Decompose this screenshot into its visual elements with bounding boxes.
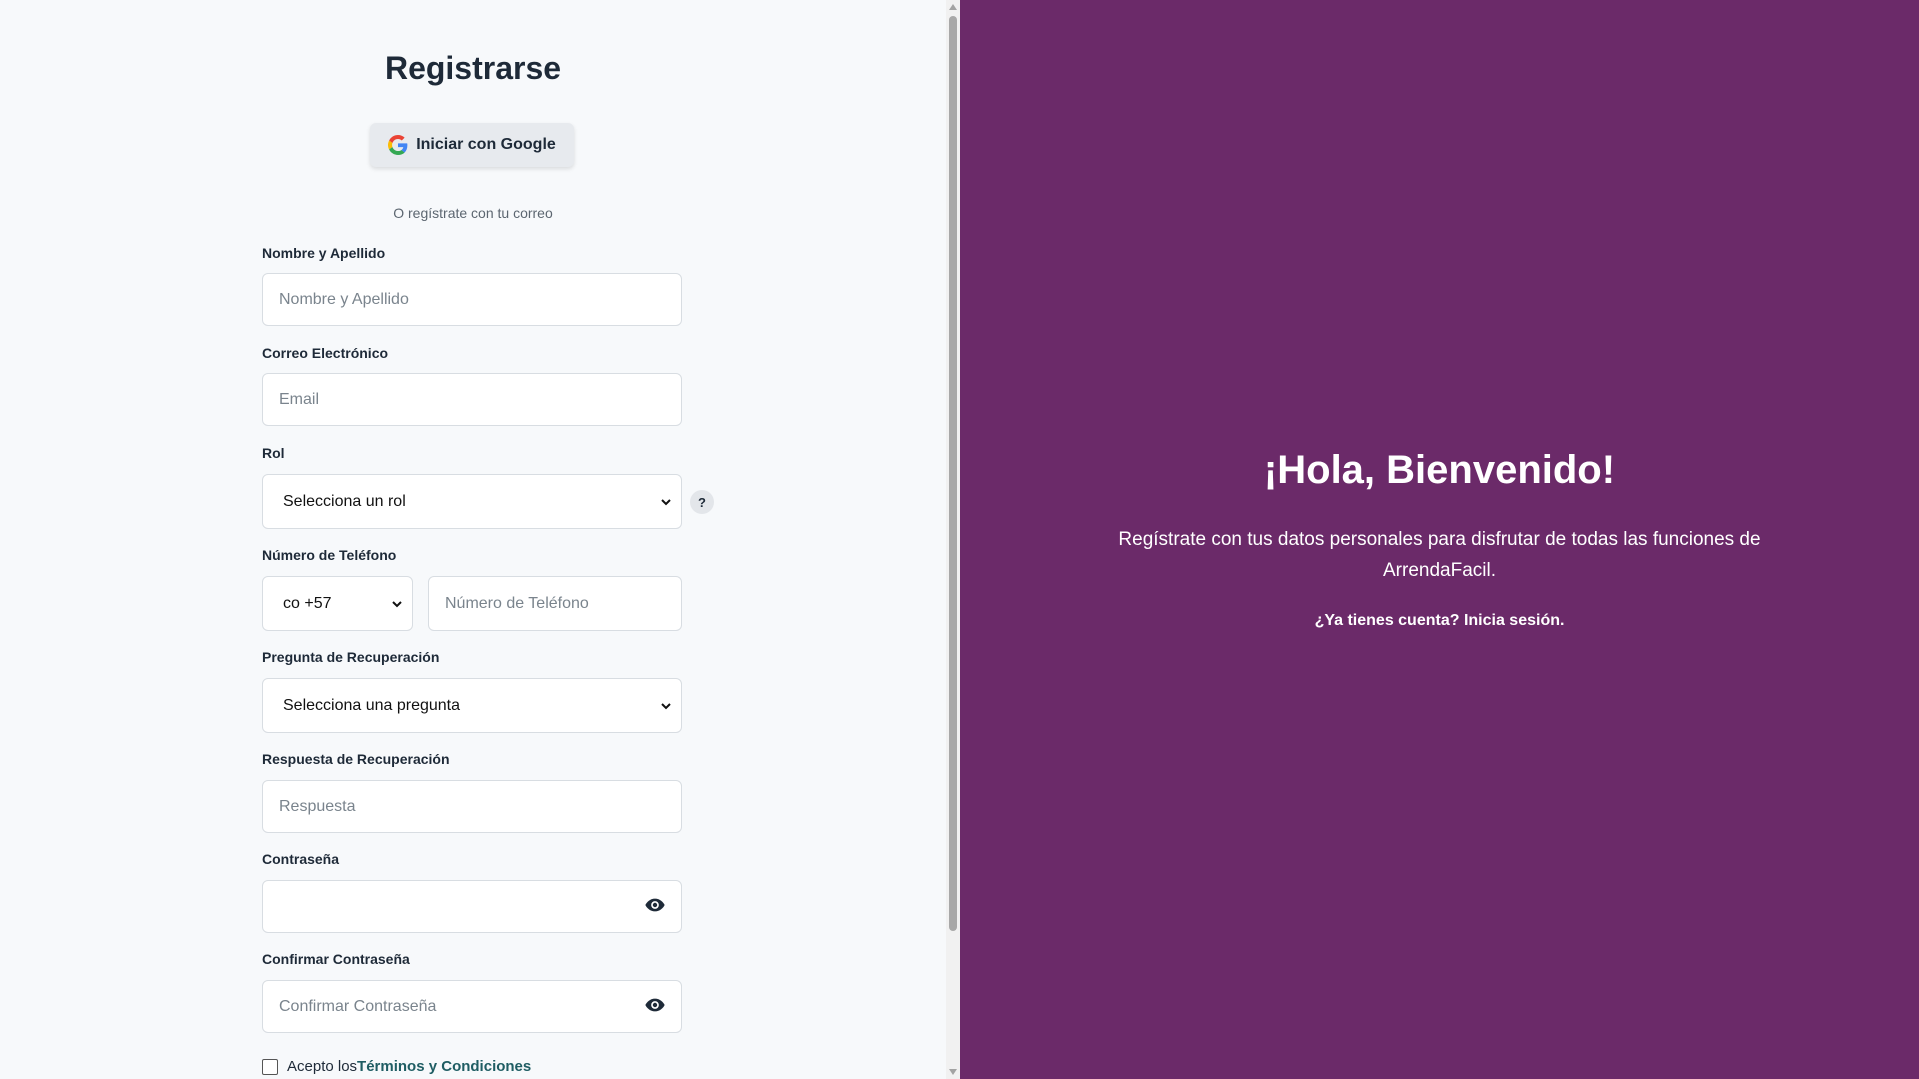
register-panel: Registrarse Iniciar con Google O regístr… [0,0,946,1079]
scrollbar-thumb[interactable] [949,16,957,931]
role-label: Rol [262,445,285,461]
eye-icon[interactable] [644,894,666,916]
terms-row: Acepto los Términos y Condiciones [262,1058,531,1075]
confirm-password-label: Confirmar Contraseña [262,951,410,967]
divider-text: O regístrate con tu correo [393,205,553,221]
question-select[interactable]: Selecciona una pregunta [262,678,682,733]
phone-label: Número de Teléfono [262,547,397,563]
eye-icon[interactable] [644,994,666,1016]
answer-input[interactable] [262,780,682,833]
role-select-value: Selecciona un rol [283,492,406,510]
name-label: Nombre y Apellido [262,245,386,261]
answer-label: Respuesta de Recuperación [262,751,450,767]
google-signin-label: Iniciar con Google [416,136,556,153]
email-input[interactable] [262,373,682,426]
password-input[interactable] [262,880,682,933]
scroll-down-arrow-icon[interactable] [949,1069,957,1075]
name-input[interactable] [262,273,682,326]
question-label: Pregunta de Recuperación [262,649,440,665]
confirm-password-input[interactable] [262,980,682,1033]
scroll-up-arrow-icon[interactable] [949,4,957,10]
help-icon[interactable]: ? [690,490,714,514]
password-label: Contraseña [262,851,340,867]
welcome-subtitle: Regístrate con tus datos personales para… [1118,529,1761,581]
terms-prefix: Acepto los [287,1058,358,1075]
role-select[interactable]: Selecciona un rol [262,474,682,529]
country-code-select[interactable]: co +57 [262,576,413,631]
welcome-title: ¡Hola, Bienvenido! [1263,448,1616,492]
question-select-value: Selecciona una pregunta [283,696,461,714]
google-signin-button[interactable]: Iniciar con Google [370,123,574,167]
welcome-panel: ¡Hola, Bienvenido! Regístrate con tus da… [960,0,1919,1079]
page-title: Registrarse [384,50,562,86]
email-label: Correo Electrónico [262,345,389,361]
chevron-down-icon [661,498,671,505]
scrollbar[interactable] [946,0,960,1079]
country-code-value: co +57 [283,594,332,612]
phone-input[interactable] [428,576,682,631]
google-icon [388,135,408,155]
login-link[interactable]: ¿Ya tienes cuenta? Inicia sesión. [960,612,1919,630]
terms-link[interactable]: Términos y Condiciones [357,1058,531,1075]
terms-checkbox[interactable] [262,1058,278,1075]
chevron-down-icon [661,702,671,709]
chevron-down-icon [392,600,402,607]
